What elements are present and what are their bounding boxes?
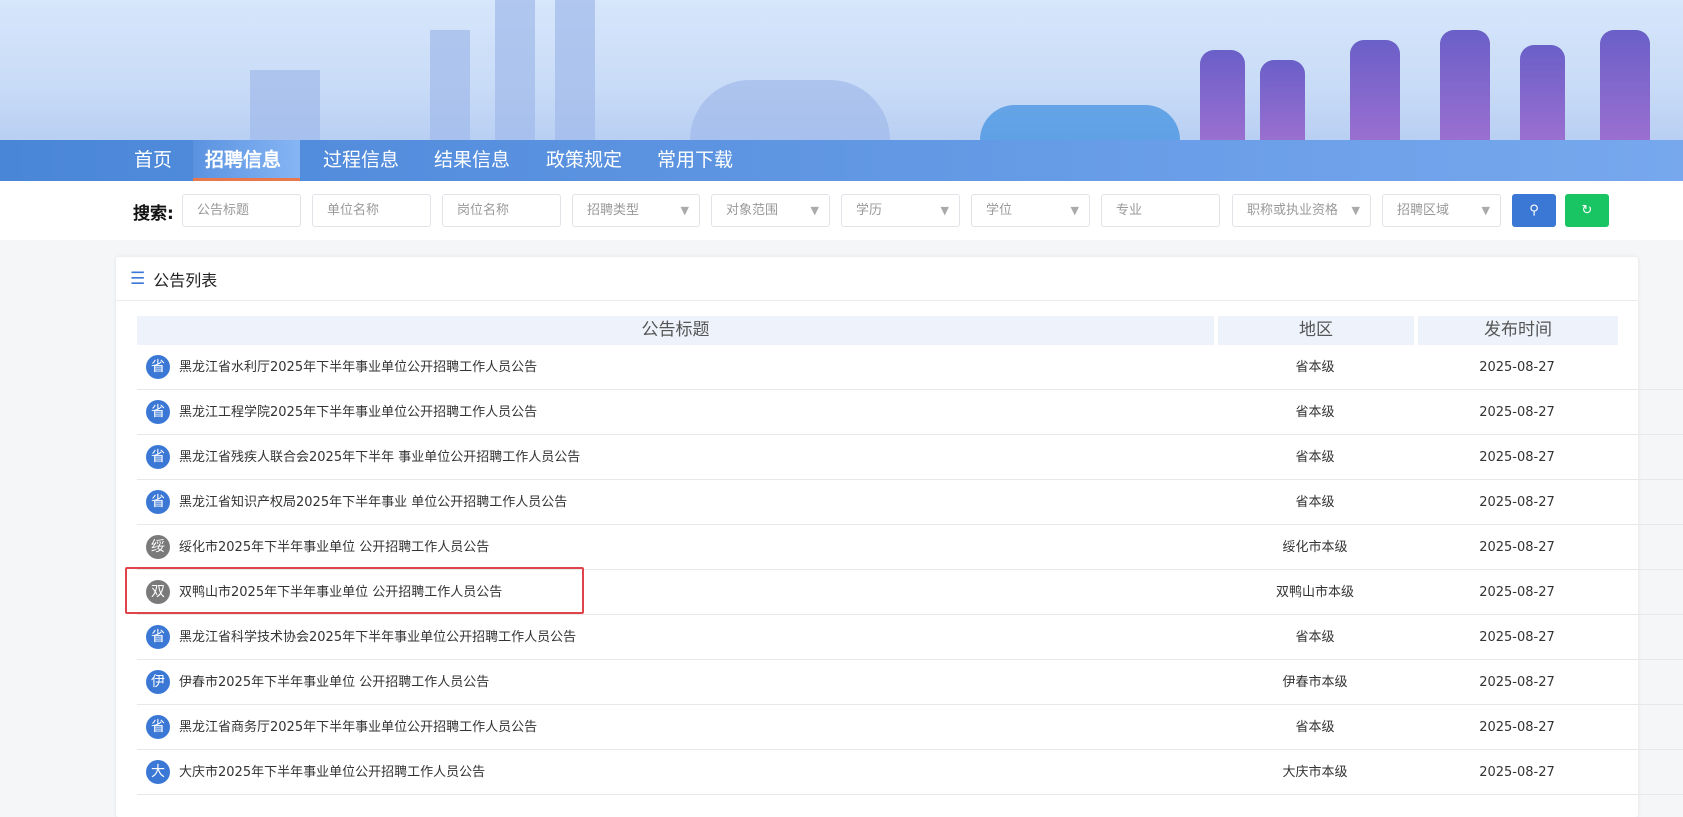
header-banner <box>0 0 1683 140</box>
date-cell: 2025-08-27 <box>1479 585 1555 600</box>
region-badge-icon: 省 <box>146 445 170 469</box>
region-cell: 省本级 <box>1295 495 1335 510</box>
search-icon: ⚲ <box>1529 203 1539 218</box>
major-input[interactable]: 专业 <box>1101 194 1220 227</box>
dropdown-arrow-icon: ▼ <box>1481 204 1490 217</box>
search-button[interactable]: ⚲ <box>1512 194 1556 227</box>
region-badge-icon: 伊 <box>146 670 170 694</box>
region-cell: 双鸭山市本级 <box>1275 585 1354 600</box>
education-select[interactable]: 学历 ▼ <box>841 194 960 227</box>
date-cell: 2025-08-27 <box>1479 675 1555 690</box>
card-header: ☰ 公告列表 <box>116 257 1638 301</box>
region-select-value: 招聘区域 <box>1397 203 1450 218</box>
dropdown-arrow-icon: ▼ <box>940 204 949 217</box>
region-badge-icon: 省 <box>146 625 170 649</box>
region-cell: 省本级 <box>1295 720 1335 735</box>
table-header: 公告标题 地区 发布时间 <box>137 316 1683 345</box>
table-row[interactable]: 绥 绥化市2025年下半年事业单位 公开招聘工作人员公告 绥化市本级 2025-… <box>137 525 1683 570</box>
title-input[interactable]: 公告标题 <box>182 194 301 227</box>
main-nav: 首页 招聘信息 过程信息 结果信息 政策规定 常用下载 <box>0 140 1683 181</box>
header-region: 地区 <box>1218 316 1414 345</box>
type-select-value: 招聘类型 <box>587 203 640 218</box>
table-row[interactable]: 省 黑龙江省科学技术协会2025年下半年事业单位公开招聘工作人员公告 省本级 2… <box>137 615 1683 660</box>
region-cell: 省本级 <box>1295 630 1335 645</box>
date-cell: 2025-08-27 <box>1479 360 1555 375</box>
region-cell: 绥化市本级 <box>1282 540 1348 555</box>
table-row[interactable]: 大 大庆市2025年下半年事业单位公开招聘工作人员公告 大庆市本级 2025-0… <box>137 750 1683 795</box>
announcement-title-link[interactable]: 黑龙江省商务厅2025年下半年事业单位公开招聘工作人员公告 <box>179 705 537 750</box>
region-badge-icon: 大 <box>146 760 170 784</box>
scope-select-value: 对象范围 <box>726 203 779 218</box>
date-cell: 2025-08-27 <box>1479 495 1555 510</box>
announcement-title-link[interactable]: 黑龙江省水利厅2025年下半年事业单位公开招聘工作人员公告 <box>179 345 537 390</box>
position-input[interactable]: 岗位名称 <box>442 194 561 227</box>
nav-home[interactable]: 首页 <box>122 140 184 181</box>
announcement-list-card: ☰ 公告列表 公告标题 地区 发布时间 省 黑龙江省水利厅2025年下半年事业单… <box>116 257 1683 817</box>
education-select-value: 学历 <box>856 203 883 218</box>
table-row[interactable]: 省 黑龙江省商务厅2025年下半年事业单位公开招聘工作人员公告 省本级 2025… <box>137 705 1683 750</box>
dropdown-arrow-icon: ▼ <box>680 204 689 217</box>
dropdown-arrow-icon: ▼ <box>810 204 819 217</box>
region-cell: 省本级 <box>1295 450 1335 465</box>
date-cell: 2025-08-27 <box>1479 765 1555 780</box>
region-select[interactable]: 招聘区域 ▼ <box>1382 194 1501 227</box>
nav-process[interactable]: 过程信息 <box>311 140 411 181</box>
region-badge-icon: 省 <box>146 400 170 424</box>
table-row[interactable]: 省 黑龙江工程学院2025年下半年事业单位公开招聘工作人员公告 省本级 2025… <box>137 390 1683 435</box>
announcement-title-link[interactable]: 黑龙江省残疾人联合会2025年下半年 事业单位公开招聘工作人员公告 <box>179 435 580 480</box>
dropdown-arrow-icon: ▼ <box>1351 204 1360 217</box>
announcement-title-link[interactable]: 黑龙江工程学院2025年下半年事业单位公开招聘工作人员公告 <box>179 390 537 435</box>
nav-results[interactable]: 结果信息 <box>422 140 522 181</box>
date-cell: 2025-08-27 <box>1479 540 1555 555</box>
reset-button[interactable]: ↻ <box>1565 194 1609 227</box>
region-badge-icon: 省 <box>146 715 170 739</box>
announcement-title-link[interactable]: 黑龙江省科学技术协会2025年下半年事业单位公开招聘工作人员公告 <box>179 615 576 660</box>
header-title: 公告标题 <box>137 316 1214 345</box>
region-badge-icon: 双 <box>146 580 170 604</box>
search-label: 搜索: <box>133 204 174 224</box>
qualification-select-value: 职称或执业资格 <box>1247 203 1339 218</box>
search-bar: 搜索: 公告标题 单位名称 岗位名称 招聘类型 ▼ 对象范围 ▼ 学历 ▼ 学位 ▼ 专… <box>0 181 1683 240</box>
region-badge-icon: 绥 <box>146 535 170 559</box>
unit-input[interactable]: 单位名称 <box>312 194 431 227</box>
scope-select[interactable]: 对象范围 ▼ <box>711 194 830 227</box>
dropdown-arrow-icon: ▼ <box>1070 204 1079 217</box>
date-cell: 2025-08-27 <box>1479 405 1555 420</box>
region-cell: 省本级 <box>1295 405 1335 420</box>
nav-recruitment[interactable]: 招聘信息 <box>193 140 300 181</box>
refresh-icon: ↻ <box>1581 203 1593 218</box>
card-title: 公告列表 <box>153 270 218 290</box>
degree-select[interactable]: 学位 ▼ <box>971 194 1090 227</box>
type-select[interactable]: 招聘类型 ▼ <box>572 194 700 227</box>
date-cell: 2025-08-27 <box>1479 630 1555 645</box>
announcement-title-link[interactable]: 绥化市2025年下半年事业单位 公开招聘工作人员公告 <box>179 525 489 570</box>
region-cell: 伊春市本级 <box>1282 675 1348 690</box>
region-badge-icon: 省 <box>146 490 170 514</box>
region-cell: 省本级 <box>1295 360 1335 375</box>
nav-downloads[interactable]: 常用下载 <box>645 140 745 181</box>
announcement-title-link[interactable]: 伊春市2025年下半年事业单位 公开招聘工作人员公告 <box>179 660 489 705</box>
table-row[interactable]: 省 黑龙江省残疾人联合会2025年下半年 事业单位公开招聘工作人员公告 省本级 … <box>137 435 1683 480</box>
region-cell: 大庆市本级 <box>1282 765 1348 780</box>
announcement-title-link[interactable]: 黑龙江省知识产权局2025年下半年事业 单位公开招聘工作人员公告 <box>179 480 567 525</box>
region-badge-icon: 省 <box>146 355 170 379</box>
table-row[interactable]: 省 黑龙江省水利厅2025年下半年事业单位公开招聘工作人员公告 省本级 2025… <box>137 345 1683 390</box>
table-row[interactable]: 伊 伊春市2025年下半年事业单位 公开招聘工作人员公告 伊春市本级 2025-… <box>137 660 1683 705</box>
table-row[interactable]: 双 双鸭山市2025年下半年事业单位 公开招聘工作人员公告 双鸭山市本级 202… <box>137 570 1683 615</box>
announcement-title-link[interactable]: 双鸭山市2025年下半年事业单位 公开招聘工作人员公告 <box>179 570 502 615</box>
announcement-title-link[interactable]: 大庆市2025年下半年事业单位公开招聘工作人员公告 <box>179 750 485 795</box>
date-cell: 2025-08-27 <box>1479 450 1555 465</box>
date-cell: 2025-08-27 <box>1479 720 1555 735</box>
degree-select-value: 学位 <box>986 203 1013 218</box>
nav-policy[interactable]: 政策规定 <box>534 140 634 181</box>
title-qualification-select[interactable]: 职称或执业资格 ▼ <box>1232 194 1371 227</box>
table-row[interactable]: 省 黑龙江省知识产权局2025年下半年事业 单位公开招聘工作人员公告 省本级 2… <box>137 480 1683 525</box>
header-date: 发布时间 <box>1418 316 1618 345</box>
list-icon: ☰ <box>130 268 146 289</box>
